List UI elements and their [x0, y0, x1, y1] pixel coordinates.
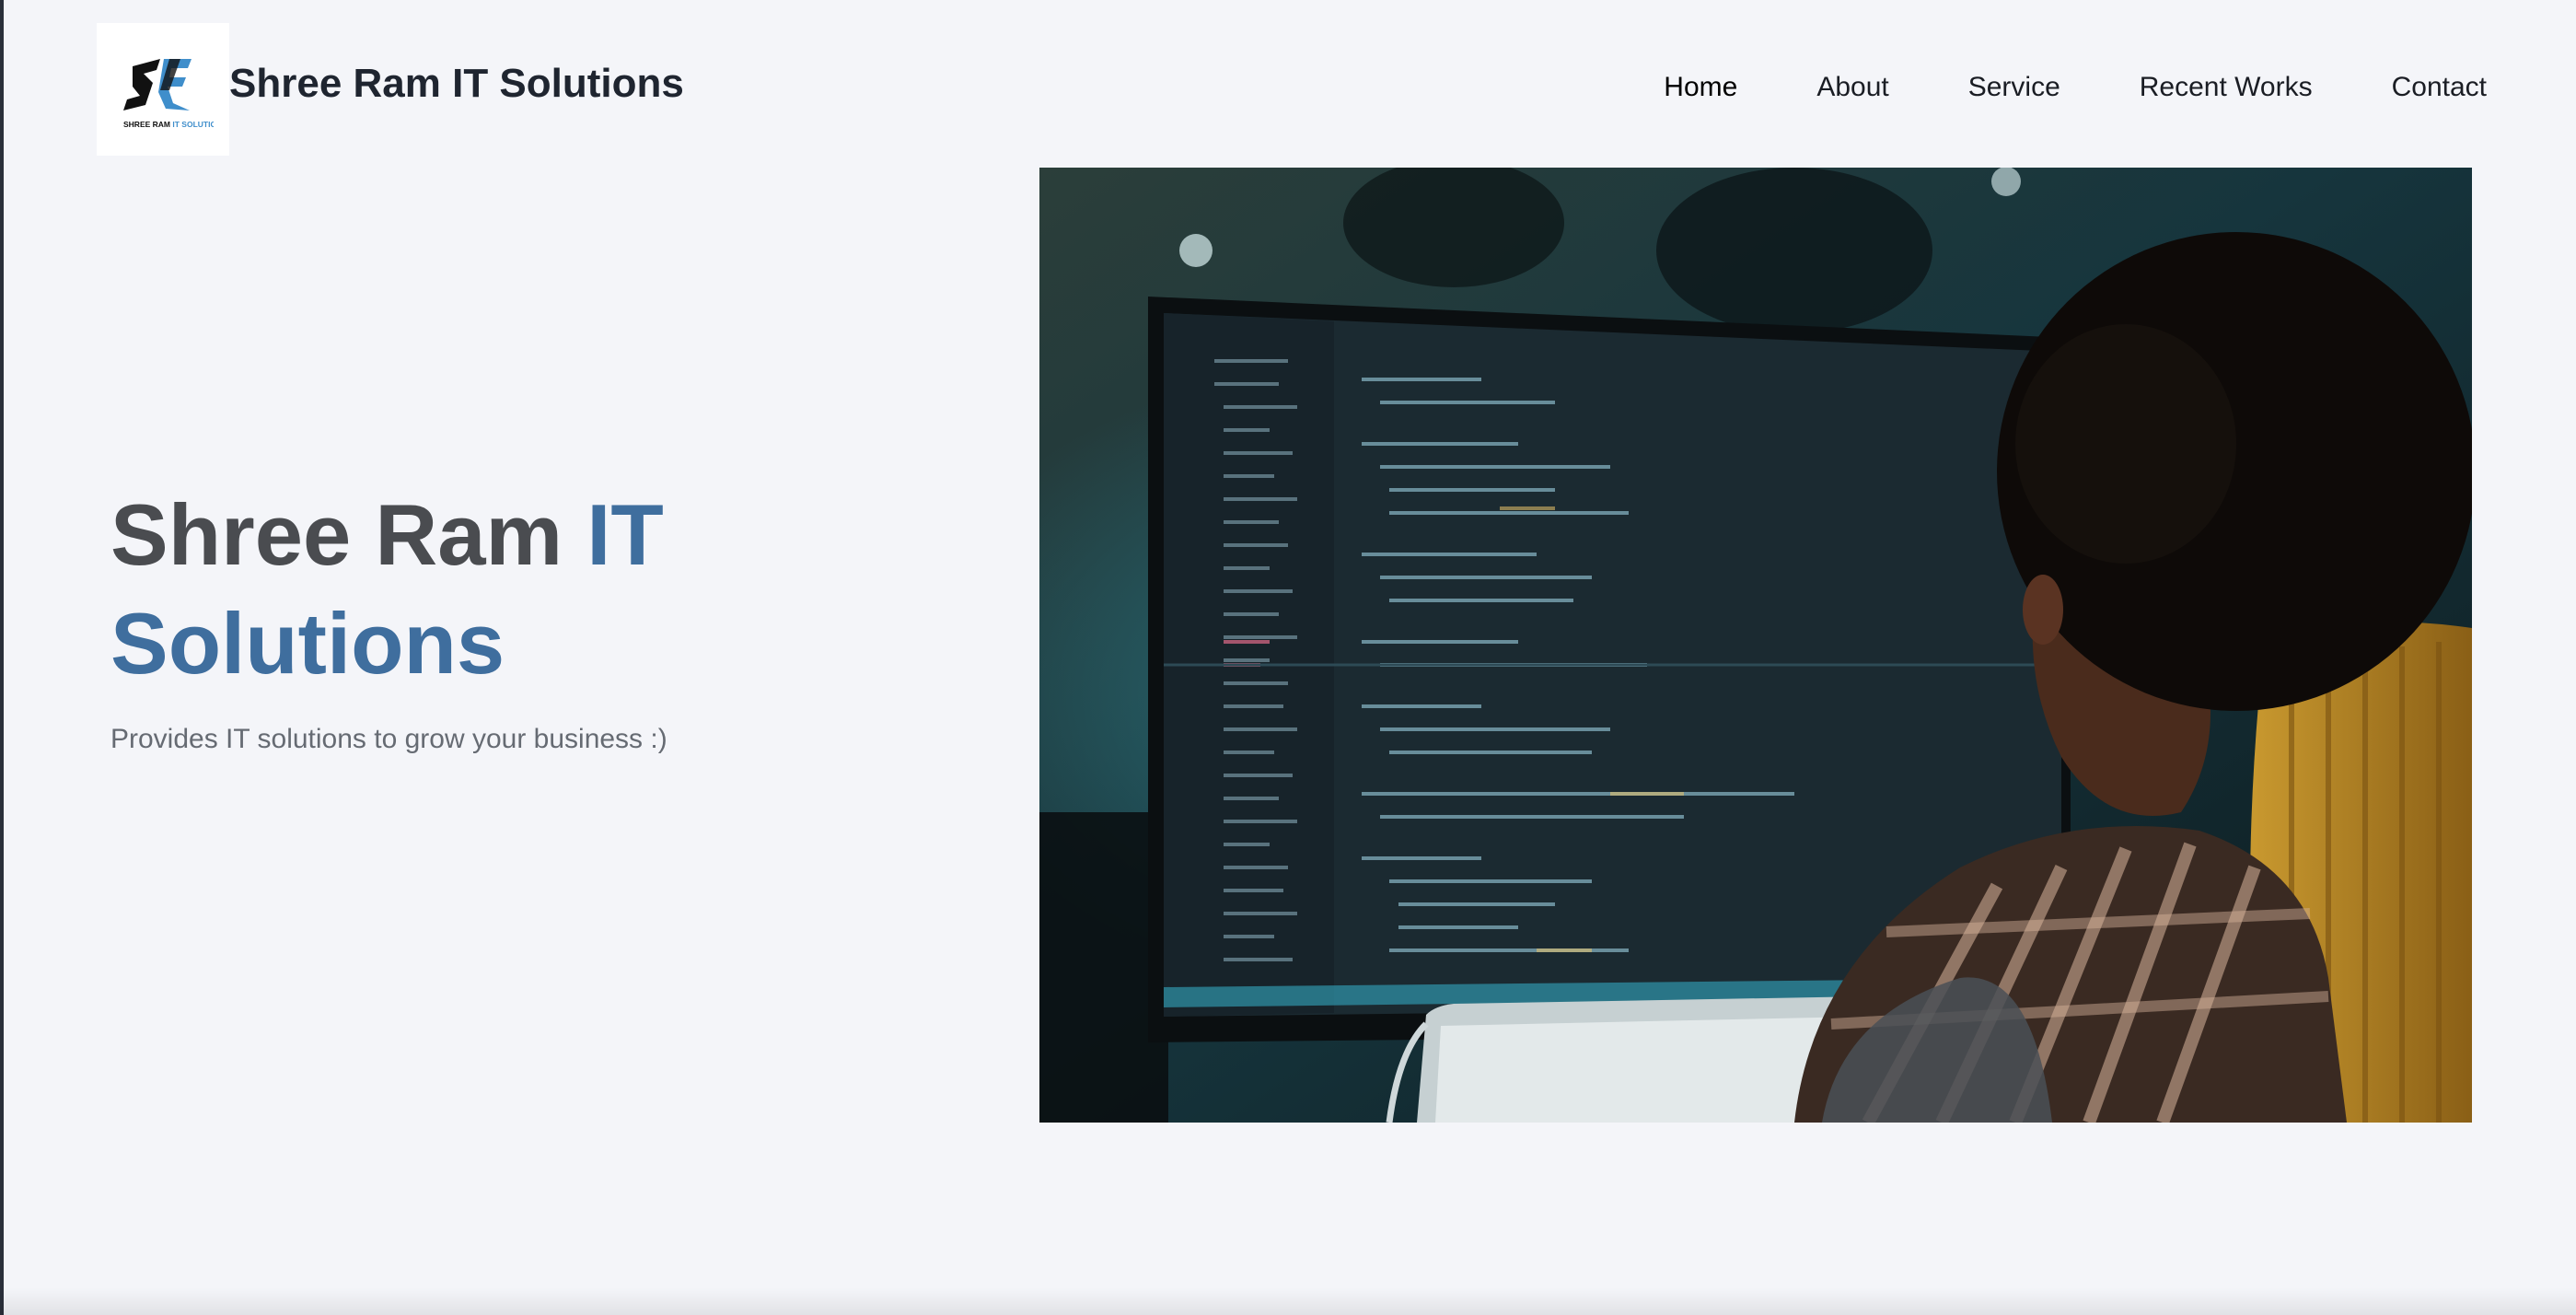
- hero-title: Shree Ram IT Solutions: [110, 481, 939, 698]
- logo[interactable]: SHREE RAM IT SOLUTIONS: [97, 23, 229, 156]
- nav-home[interactable]: Home: [1664, 72, 1737, 103]
- nav-about[interactable]: About: [1816, 72, 1888, 103]
- sf-logo-icon: SHREE RAM IT SOLUTIONS: [123, 59, 214, 129]
- main-nav: Home About Service Recent Works Contact: [1664, 72, 2487, 103]
- hero-image: [1039, 168, 2472, 1123]
- nav-contact[interactable]: Contact: [2392, 72, 2487, 103]
- brand-name[interactable]: Shree Ram IT Solutions: [229, 61, 684, 107]
- developer-at-computer-photo-icon: [1039, 168, 2472, 1123]
- hero-title-main: Shree Ram: [110, 486, 587, 583]
- logo-tagline: SHREE RAM IT SOLUTIONS: [123, 120, 214, 129]
- nav-service[interactable]: Service: [1968, 72, 2060, 103]
- page: SHREE RAM IT SOLUTIONS Shree Ram IT Solu…: [0, 0, 2576, 1315]
- nav-recent-works[interactable]: Recent Works: [2140, 72, 2313, 103]
- hero-subtitle: Provides IT solutions to grow your busin…: [110, 724, 667, 754]
